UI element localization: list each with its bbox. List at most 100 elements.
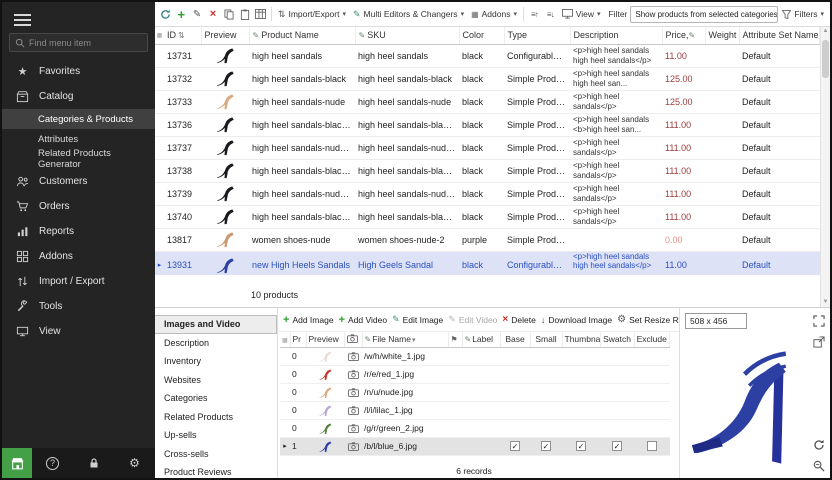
media-row[interactable]: 0/w/h/white_1.jpg <box>280 347 670 365</box>
product-row[interactable]: 13731high heel sandalshigh heel sandalsb… <box>155 44 820 67</box>
sidebar-item-attributes[interactable]: Attributes <box>2 129 155 149</box>
sort-ascending-icon[interactable]: ≡↑ <box>527 5 542 24</box>
refresh-button[interactable] <box>158 5 173 24</box>
store-manager-icon[interactable] <box>2 448 32 478</box>
thumbnail-checkbox[interactable]: ✓ <box>576 441 586 451</box>
media-row[interactable]: 0/g/r/green_2.jpg <box>280 419 670 437</box>
filters-menu[interactable]: Filters▾ <box>779 5 827 24</box>
tab-inventory[interactable]: Inventory <box>155 352 277 371</box>
rotate-icon[interactable] <box>812 438 826 452</box>
sidebar-item-label: Catalog <box>39 91 73 102</box>
product-row[interactable]: 13732high heel sandals-blackhigh heel sa… <box>155 67 820 90</box>
edit-image-button[interactable]: ✎Edit Image <box>392 314 443 325</box>
product-row[interactable]: 13739high heel sandals-nude-37high heel … <box>155 182 820 205</box>
addons-menu[interactable]: ▦ Addons▾ <box>468 5 520 24</box>
sidebar-item-tools[interactable]: Tools <box>2 294 155 319</box>
tab-description[interactable]: Description <box>155 334 277 353</box>
help-icon[interactable]: ? <box>32 457 73 470</box>
column-header-description[interactable]: Description <box>570 27 662 44</box>
edit-product-button[interactable]: ✎ <box>190 5 205 24</box>
flag-column-header[interactable]: ⚑ <box>448 332 462 347</box>
small-checkbox[interactable]: ✓ <box>541 441 551 451</box>
scrollbar-thumb[interactable] <box>822 40 829 78</box>
column-header-product-name[interactable]: ✎Product Name <box>249 27 355 44</box>
camera-column-header[interactable] <box>344 332 362 347</box>
add-product-button[interactable]: + <box>174 5 189 24</box>
column-header-preview[interactable]: Preview <box>201 27 249 44</box>
zoom-icon[interactable] <box>812 459 826 473</box>
filter-select[interactable]: Show products from selected categories▾ <box>630 6 778 23</box>
fullscreen-icon[interactable] <box>812 314 826 328</box>
set-resize-rule-button[interactable]: ⚙Set Resize Rule▾ <box>617 314 679 325</box>
add-video-button[interactable]: +Add Video <box>339 314 388 326</box>
sidebar-item-view[interactable]: View <box>2 319 155 344</box>
column-header-preview[interactable]: Preview <box>306 332 344 347</box>
lock-icon[interactable] <box>73 457 114 469</box>
sidebar-item-catalog[interactable]: Catalog <box>2 84 155 109</box>
product-row[interactable]: 13736high heel sandals-black-36high heel… <box>155 113 820 136</box>
product-row[interactable]: ▸13931new High Heels SandalsHigh Geels S… <box>155 251 820 275</box>
column-header-file-name[interactable]: ✎File Name▾ <box>362 332 448 347</box>
media-row[interactable]: ▸1/b/l/blue_6.jpg✓✓✓✓ <box>280 437 670 455</box>
product-row[interactable]: 13740high heel sandals-black-38high heel… <box>155 205 820 228</box>
product-row[interactable]: 13733high heel sandals-nudehigh heel san… <box>155 90 820 113</box>
sidebar-item-related-products-generator[interactable]: Related Products Generator <box>2 149 155 169</box>
gear-icon[interactable]: ⚙ <box>114 456 155 470</box>
delete-product-button[interactable]: × <box>206 5 221 24</box>
column-header-thumbnail[interactable]: Thumbna <box>562 332 600 347</box>
multi-editors-menu[interactable]: ✎ Multi Editors & Changers▾ <box>350 5 467 24</box>
sort-descending-icon[interactable]: ≡↓ <box>543 5 558 24</box>
media-row[interactable]: 0/n/u/nude.jpg <box>280 383 670 401</box>
sidebar-item-categories-products[interactable]: Categories & Products <box>2 109 155 129</box>
sidebar-search-input[interactable] <box>29 38 142 48</box>
column-header-exclude[interactable]: Exclude <box>634 332 670 347</box>
column-header-attribute-set[interactable]: Attribute Set Name <box>739 27 820 44</box>
menu-icon[interactable] <box>14 11 31 29</box>
sidebar-item-import-export[interactable]: Import / Export <box>2 269 155 294</box>
product-row[interactable]: 13817women shoes-nudewomen shoes-nude-2p… <box>155 228 820 251</box>
column-header-color[interactable]: Color <box>459 27 504 44</box>
copy-button[interactable] <box>221 5 236 24</box>
tab-images-and-video[interactable]: Images and Video <box>155 315 277 334</box>
sidebar-item-reports[interactable]: Reports <box>2 219 155 244</box>
download-image-button[interactable]: ↓Download Image <box>541 315 612 325</box>
delete-image-button[interactable]: ×Delete <box>502 314 535 325</box>
media-row[interactable]: 0/r/e/red_1.jpg <box>280 365 670 383</box>
columns-button[interactable] <box>253 5 268 24</box>
column-header-id[interactable]: ID⇅ <box>164 27 201 44</box>
import-export-menu[interactable]: ⇅ Import/Export▾ <box>275 5 349 24</box>
tab-related-products[interactable]: Related Products <box>155 408 277 427</box>
column-header-swatch[interactable]: Swatch <box>600 332 634 347</box>
tab-product-reviews[interactable]: Product Reviews <box>155 463 277 480</box>
column-header-small[interactable]: Small <box>530 332 562 347</box>
column-header-priority[interactable]: Pr <box>290 332 306 347</box>
sidebar-item-addons[interactable]: Addons <box>2 244 155 269</box>
tab-cross-sells[interactable]: Cross-sells <box>155 445 277 464</box>
column-header-base[interactable]: Base <box>500 332 530 347</box>
vertical-scrollbar[interactable]: ▲ ▼ <box>820 27 830 307</box>
column-header-type[interactable]: Type <box>504 27 570 44</box>
paste-button[interactable] <box>237 5 252 24</box>
add-image-button[interactable]: +Add Image <box>283 314 334 326</box>
sidebar-item-orders[interactable]: Orders <box>2 194 155 219</box>
base-checkbox[interactable]: ✓ <box>510 441 520 451</box>
sidebar-item-favorites[interactable]: ★ Favorites <box>2 59 155 84</box>
image-size-field[interactable]: 508 x 456 <box>685 313 747 329</box>
scroll-up-arrow[interactable]: ▲ <box>821 27 830 36</box>
product-row[interactable]: 13737high heel sandals-nude-36high heel … <box>155 136 820 159</box>
column-header-price[interactable]: Price,✎ <box>662 27 705 44</box>
tab-up-sells[interactable]: Up-sells <box>155 426 277 445</box>
scroll-down-arrow[interactable]: ▼ <box>821 298 830 307</box>
column-header-weight[interactable]: Weight <box>705 27 739 44</box>
tab-websites[interactable]: Websites <box>155 371 277 390</box>
open-external-icon[interactable] <box>812 335 826 349</box>
media-row[interactable]: 0/l/i/lilac_1.jpg <box>280 401 670 419</box>
column-header-sku[interactable]: ✎SKU <box>355 27 459 44</box>
sidebar-item-customers[interactable]: Customers <box>2 169 155 194</box>
column-header-label[interactable]: ✎Label <box>462 332 500 347</box>
product-row[interactable]: 13738high heel sandals-black-37high heel… <box>155 159 820 182</box>
exclude-checkbox[interactable] <box>647 441 657 451</box>
view-menu[interactable]: View▾ <box>559 5 604 24</box>
tab-categories[interactable]: Categories <box>155 389 277 408</box>
swatch-checkbox[interactable]: ✓ <box>612 441 622 451</box>
